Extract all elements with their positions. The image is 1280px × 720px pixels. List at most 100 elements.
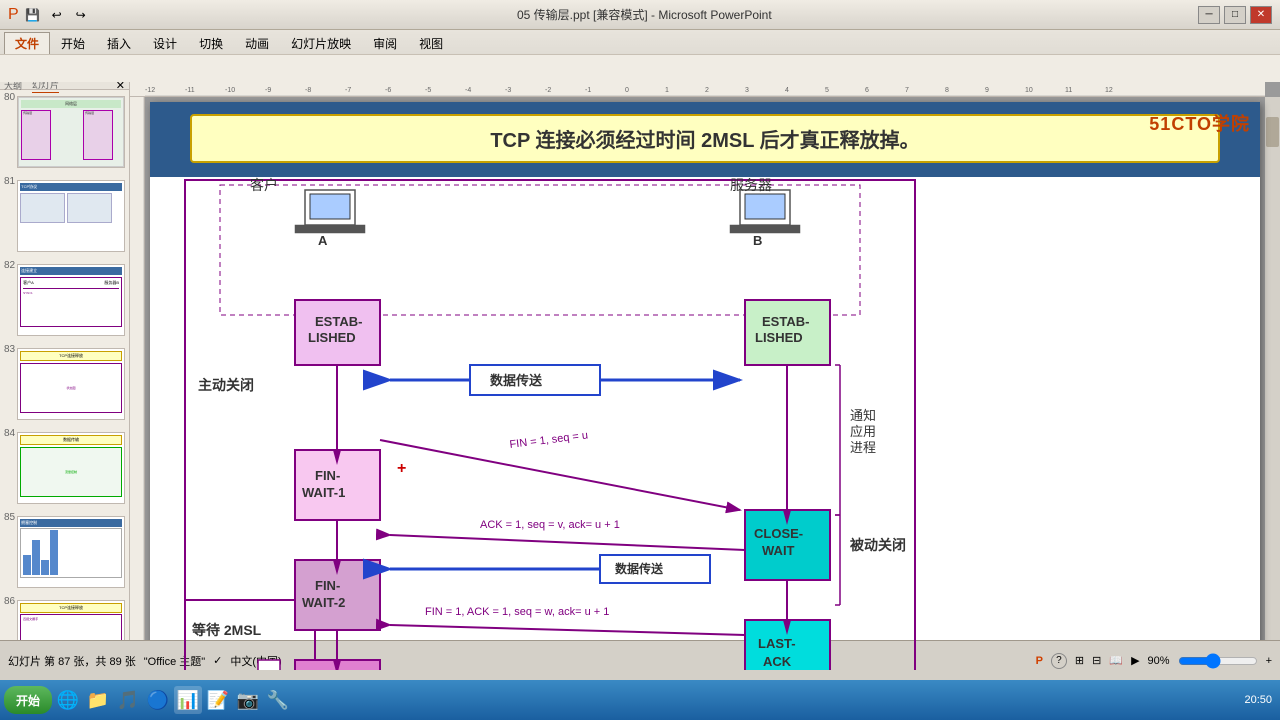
titlebar-left: P 💾 ↩ ↪ xyxy=(8,5,91,25)
svg-text:-2: -2 xyxy=(545,87,551,94)
svg-text:数据传送: 数据传送 xyxy=(615,561,664,576)
svg-text:-11: -11 xyxy=(185,87,195,94)
main-area: -12-11 -10-9 -8-7 -6-5 -4-3 -2-1 01 23 4… xyxy=(130,82,1280,680)
svg-text:-12: -12 xyxy=(145,87,155,94)
slide-num-84: 84 xyxy=(4,428,17,439)
start-button[interactable]: 开始 xyxy=(4,686,52,714)
svg-text:0: 0 xyxy=(625,87,629,94)
taskbar-icon-word[interactable]: 📝 xyxy=(204,686,232,714)
svg-text:LISHED: LISHED xyxy=(308,330,356,345)
tab-file[interactable]: 文件 xyxy=(4,32,50,54)
svg-text:-1: -1 xyxy=(585,87,591,94)
close-button[interactable]: ✕ xyxy=(1250,6,1272,24)
tab-design[interactable]: 设计 xyxy=(142,32,188,54)
svg-text:LAST-: LAST- xyxy=(758,636,796,651)
tab-insert[interactable]: 插入 xyxy=(96,32,142,54)
titlebar-title: 05 传输层.ppt [兼容模式] - Microsoft PowerPoint xyxy=(517,6,772,23)
svg-text:2: 2 xyxy=(705,87,709,94)
watermark: 51CTO学院 xyxy=(1149,110,1250,136)
svg-text:B: B xyxy=(753,233,762,248)
svg-text:数据传送: 数据传送 xyxy=(490,373,543,388)
svg-text:FIN = 1, seq = u: FIN = 1, seq = u xyxy=(509,429,589,451)
tab-transitions[interactable]: 切换 xyxy=(188,32,234,54)
slide-panel: 大纲 幻灯片 ✕ 80 网络层 传输层 传输层 81 xyxy=(0,82,130,690)
slide-thumb-82[interactable]: 连接建立 客户A服务器B SYN=1 xyxy=(17,264,125,336)
svg-text:A: A xyxy=(318,233,328,248)
slide-title: TCP 连接必须经过时间 2MSL 后才真正释放掉。 xyxy=(190,114,1220,163)
slide-canvas: TCP 连接必须经过时间 2MSL 后才真正释放掉。 51CTO学院 xyxy=(150,102,1260,670)
svg-text:LISHED: LISHED xyxy=(755,330,803,345)
close-panel-icon[interactable]: ✕ xyxy=(116,82,125,92)
ribbon: 文件 开始 插入 设计 切换 动画 幻灯片放映 审阅 视图 xyxy=(0,30,1280,82)
svg-text:应用: 应用 xyxy=(850,424,876,439)
tab-animations[interactable]: 动画 xyxy=(234,32,280,54)
taskbar-icon-ppt[interactable]: 📊 xyxy=(174,686,202,714)
svg-text:-3: -3 xyxy=(505,87,511,94)
minimize-button[interactable]: ─ xyxy=(1198,6,1220,24)
taskbar-icon-chrome[interactable]: 🔵 xyxy=(144,686,172,714)
ribbon-tabs: 文件 开始 插入 设计 切换 动画 幻灯片放映 审阅 视图 xyxy=(0,30,1280,54)
ruler-left xyxy=(130,97,145,665)
ribbon-content xyxy=(0,54,1280,82)
zoom-in-icon[interactable]: + xyxy=(1266,655,1272,667)
tab-review[interactable]: 审阅 xyxy=(362,32,408,54)
time-display: 20:50 xyxy=(1244,694,1272,706)
taskbar-icon-app2[interactable]: 📷 xyxy=(234,686,262,714)
taskbar-icon-folder[interactable]: 📁 xyxy=(84,686,112,714)
taskbar: 开始 🌐 📁 🎵 🔵 📊 📝 📷 🔧 20:50 xyxy=(0,680,1280,720)
svg-text:5: 5 xyxy=(825,87,829,94)
svg-text:WAIT: WAIT xyxy=(762,543,795,558)
taskbar-icon-ie[interactable]: 🌐 xyxy=(54,686,82,714)
slide-num-86: 86 xyxy=(4,596,17,607)
save-icon[interactable]: 💾 xyxy=(23,5,43,25)
svg-text:WAIT-2: WAIT-2 xyxy=(302,595,345,610)
svg-text:9: 9 xyxy=(985,87,989,94)
titlebar: P 💾 ↩ ↪ 05 传输层.ppt [兼容模式] - Microsoft Po… xyxy=(0,0,1280,30)
svg-text:通知: 通知 xyxy=(850,408,876,423)
svg-text:进程: 进程 xyxy=(850,440,876,455)
tab-home[interactable]: 开始 xyxy=(50,32,96,54)
taskbar-icon-media[interactable]: 🎵 xyxy=(114,686,142,714)
slide-thumb-85[interactable]: 拥塞控制 xyxy=(17,516,125,588)
taskbar-icon-app3[interactable]: 🔧 xyxy=(264,686,292,714)
svg-text:ESTAB-: ESTAB- xyxy=(315,314,362,329)
svg-text:等待 2MSL: 等待 2MSL xyxy=(192,622,262,638)
scrollbar-vertical[interactable] xyxy=(1265,97,1280,665)
svg-text:-4: -4 xyxy=(465,87,471,94)
svg-text:-6: -6 xyxy=(385,87,391,94)
svg-text:12: 12 xyxy=(1105,87,1113,94)
slide-num-82: 82 xyxy=(4,260,17,271)
slide-num-80: 80 xyxy=(4,92,17,103)
svg-text:6: 6 xyxy=(865,87,869,94)
slide-thumb-81[interactable]: TCP协议 xyxy=(17,180,125,252)
svg-text:-9: -9 xyxy=(265,87,271,94)
svg-text:CLOSE-: CLOSE- xyxy=(754,526,803,541)
slide-thumb-83[interactable]: TCP连接释放 状态图 xyxy=(17,348,125,420)
svg-text:FIN = 1, ACK = 1, seq = w, ack: FIN = 1, ACK = 1, seq = w, ack= u + 1 xyxy=(425,606,609,618)
svg-text:FIN-: FIN- xyxy=(315,468,340,483)
svg-text:4: 4 xyxy=(785,87,789,94)
svg-text:FIN-: FIN- xyxy=(315,578,340,593)
tab-slideshow[interactable]: 幻灯片放映 xyxy=(280,32,362,54)
svg-text:ACK = 1, seq = v, ack= u + 1: ACK = 1, seq = v, ack= u + 1 xyxy=(480,519,620,531)
svg-text:-5: -5 xyxy=(425,87,431,94)
slide-thumb-84[interactable]: 数据传输 流量控制 xyxy=(17,432,125,504)
powerpoint-icon: P xyxy=(8,6,19,24)
tab-view[interactable]: 视图 xyxy=(408,32,454,54)
slide-count: 幻灯片 第 87 张，共 89 张 xyxy=(8,653,136,669)
svg-text:WAIT-1: WAIT-1 xyxy=(302,485,345,500)
undo-icon[interactable]: ↩ xyxy=(47,5,67,25)
slide-thumb-80[interactable]: 网络层 传输层 传输层 xyxy=(17,96,125,168)
svg-text:-7: -7 xyxy=(345,87,351,94)
slide-num-85: 85 xyxy=(4,512,17,523)
restore-button[interactable]: □ xyxy=(1224,6,1246,24)
redo-icon[interactable]: ↪ xyxy=(71,5,91,25)
svg-text:服务器: 服务器 xyxy=(730,177,772,193)
svg-text:-8: -8 xyxy=(305,87,311,94)
svg-text:ACK: ACK xyxy=(763,654,792,669)
svg-text:主动关闭: 主动关闭 xyxy=(198,377,254,393)
svg-text:3: 3 xyxy=(745,87,749,94)
svg-text:-10: -10 xyxy=(225,87,235,94)
svg-text:10: 10 xyxy=(1025,87,1033,94)
svg-text:被动关闭: 被动关闭 xyxy=(850,537,906,553)
